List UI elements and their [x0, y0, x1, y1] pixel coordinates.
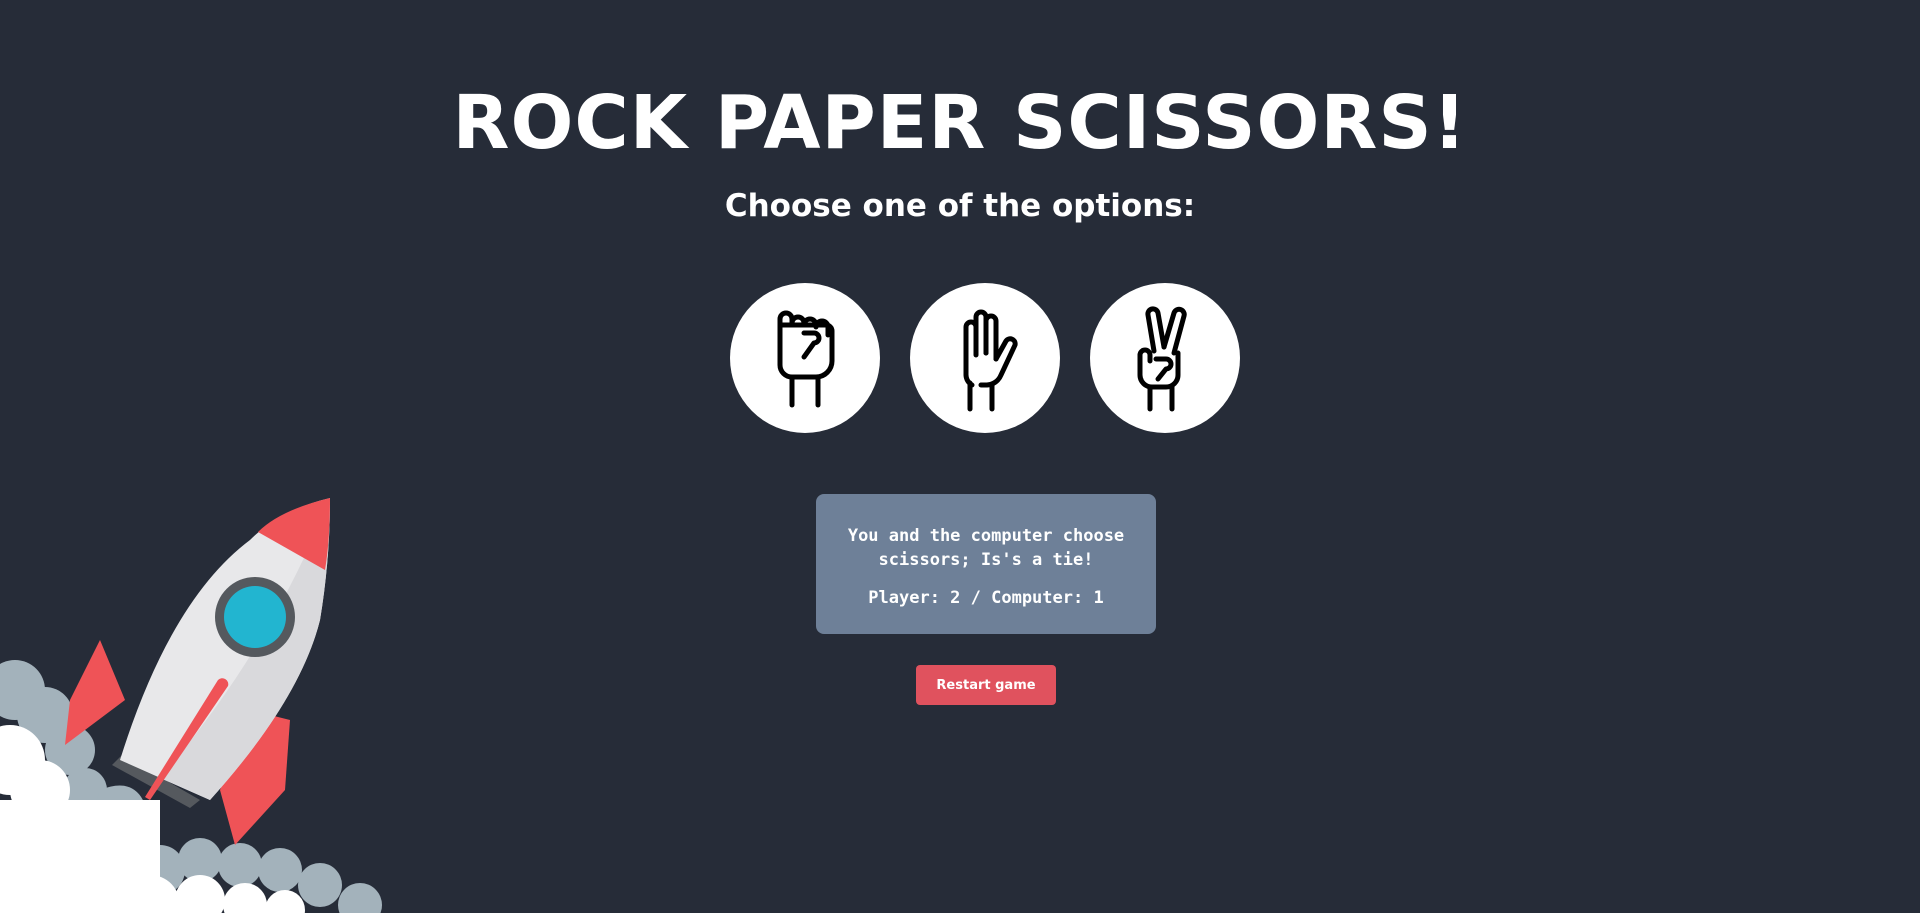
paper-option-button[interactable] — [910, 283, 1060, 433]
result-panel: You and the computer choose scissors; Is… — [816, 494, 1156, 634]
options-group — [730, 283, 1240, 433]
instructions-text: Choose one of the options: — [724, 188, 1196, 224]
rock-option-button[interactable] — [730, 283, 880, 433]
scissors-option-button[interactable] — [1090, 283, 1240, 433]
result-message: You and the computer choose scissors; Is… — [847, 526, 1125, 570]
fist-icon — [777, 310, 835, 408]
rocket-illustration — [0, 498, 382, 913]
score-text: Player: 2 / Computer: 1 — [868, 588, 1104, 608]
game-title: ROCK PAPER SCISSORS! — [452, 80, 1468, 166]
peace-hand-icon — [1137, 306, 1187, 412]
restart-game-button[interactable]: Restart game — [916, 665, 1056, 705]
game-page: ROCK PAPER SCISSORS! Choose one of the o… — [0, 0, 1920, 913]
open-hand-icon — [963, 309, 1018, 412]
